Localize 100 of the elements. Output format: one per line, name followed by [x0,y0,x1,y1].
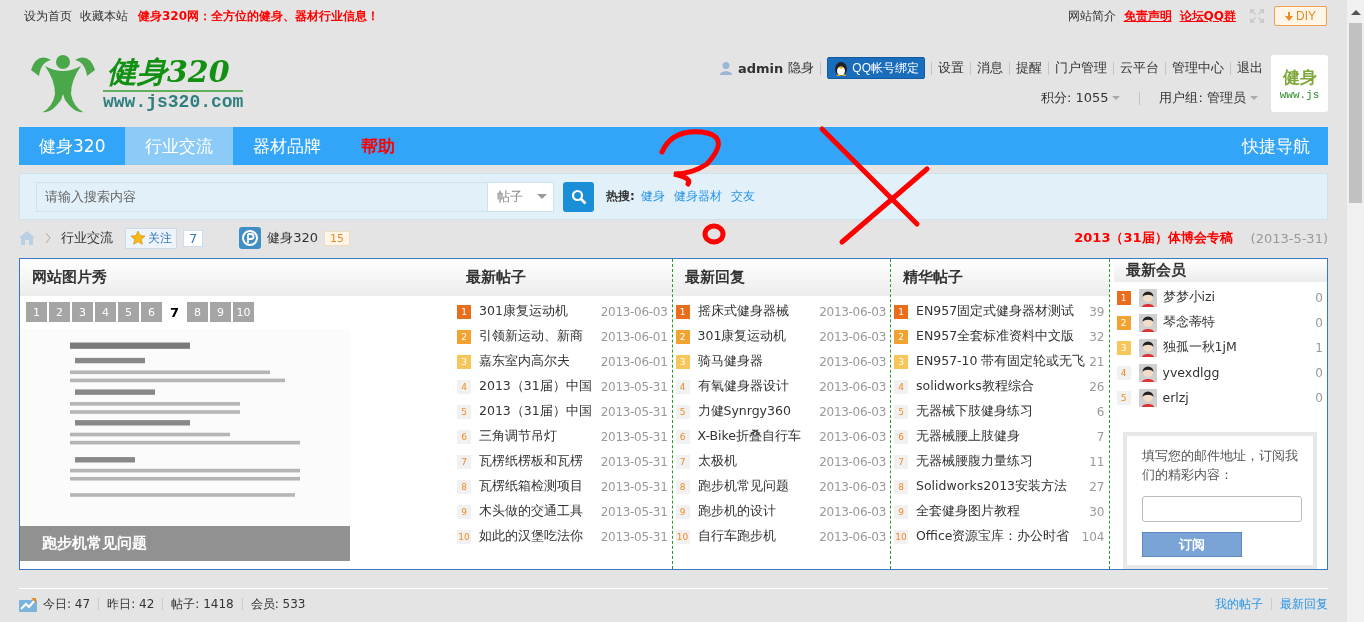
forum-icon [239,227,262,249]
fullscreen-icon[interactable] [1248,7,1266,25]
post-link[interactable]: 跑步机的设计 [697,503,820,520]
email-input[interactable] [1141,496,1302,522]
post-meta: 2013-06-03 [819,404,886,419]
rank-badge: 3 [457,354,471,369]
post-link[interactable]: 骑马健身器 [697,353,820,370]
user-avatar[interactable]: 健身 www.js [1271,55,1328,112]
search-scope-dropdown[interactable]: 帖子 [488,181,554,212]
member-link[interactable]: erlzj [1162,390,1316,405]
member-link[interactable]: 琴念蒂特 [1162,314,1316,331]
post-link[interactable]: 太极机 [697,453,820,470]
post-meta: 2013-06-01 [600,354,668,369]
post-meta: 26 [1089,379,1105,394]
username-link[interactable]: admin [738,60,784,76]
user-menu-link[interactable]: 退出 [1237,59,1263,77]
post-link[interactable]: 无器械腰上肢健身 [916,428,1097,445]
top-link[interactable]: 收藏本站 [80,7,128,25]
user-group-dropdown[interactable]: 用户组: 管理员 [1159,89,1246,107]
post-meta: 2013-06-03 [819,429,886,444]
rank-badge: 7 [675,454,690,469]
post-link[interactable]: 2013（31届）中国 [479,378,601,395]
user-menu-link[interactable]: 设置 [938,59,964,77]
breadcrumb-current: 行业交流 [61,229,113,247]
post-meta: 7 [1096,429,1105,444]
member-count: 0 [1315,365,1323,380]
search-icon [570,188,587,205]
post-link[interactable]: 瓦楞纸楞板和瓦楞 [479,453,601,470]
rank-badge: 1 [894,304,908,319]
post-link[interactable]: 全套健身图片教程 [916,503,1090,520]
post-link[interactable]: 自行车跑步机 [697,528,820,545]
qq-bind-button[interactable]: QQ帐号绑定 [827,57,925,79]
post-link[interactable]: 瓦楞纸箱检测项目 [479,478,601,495]
post-link[interactable]: Solidworks2013安装方法 [916,478,1090,495]
post-link[interactable]: 301康复运动机 [697,328,820,345]
post-meta: 2013-06-03 [819,454,886,469]
post-link[interactable]: EN957固定式健身器材测试 [916,303,1090,320]
user-menu-link[interactable]: 门户管理 [1055,59,1107,77]
search-button[interactable] [563,181,594,212]
post-link[interactable]: EN957-10 带有固定轮或无飞 [916,353,1090,370]
page-button[interactable]: 7 [164,302,185,322]
top-link[interactable]: 设为首页 [24,7,72,25]
member-link[interactable]: yvexdlgg [1162,365,1316,380]
post-link[interactable]: 力健Synrgy360 [697,403,820,420]
post-link[interactable]: solidworks教程综合 [916,378,1090,395]
post-link[interactable]: 摇床式健身器械 [697,303,820,320]
post-link[interactable]: 有氧健身器设计 [697,378,820,395]
user-menu-link[interactable]: 提醒 [1016,59,1042,77]
post-meta: 27 [1089,479,1105,494]
post-link[interactable]: 三角调节吊灯 [479,428,601,445]
post-link[interactable]: 301康复运动机 [479,303,601,320]
post-link[interactable]: X-Bike折叠自行车 [697,428,820,445]
rank-badge: 1 [1116,290,1131,305]
rank-badge: 10 [894,529,908,544]
member-link[interactable]: 梦梦小izi [1162,289,1316,306]
post-link[interactable]: Office资源宝库：办公时省 [916,528,1082,545]
rank-badge: 4 [1116,365,1131,380]
logo-title: 健身320 [103,54,244,92]
rank-badge: 4 [457,379,471,394]
post-link[interactable]: 无器械下肢健身练习 [916,403,1097,420]
section-title: 最新会员 [1125,261,1186,280]
rank-badge: 10 [457,529,471,544]
stat-text: 会员: 533 [250,595,306,613]
post-meta: 2013-05-31 [600,404,668,419]
home-icon[interactable] [19,231,35,245]
post-link[interactable]: 嘉东室内高尔夫 [479,353,601,370]
post-meta: 2013-05-31 [600,479,668,494]
rank-badge: 2 [894,329,908,344]
status-link[interactable]: 隐身 [788,59,815,77]
post-link[interactable]: 木头做的交通工具 [479,503,601,520]
member-link[interactable]: 独孤一秋1jM [1162,339,1316,356]
search-field[interactable]: 请输入搜索内容 [36,181,488,212]
member-count: 0 [1315,390,1323,405]
rank-badge: 6 [894,429,908,444]
post-meta: 2013-05-31 [600,504,668,519]
points-dropdown[interactable]: 积分: 1055 [1040,89,1109,107]
post-meta: 2013-06-03 [819,504,886,519]
post-link[interactable]: EN957全套标准资料中文版 [916,328,1090,345]
top-link[interactable]: 网站简介 [1067,7,1116,25]
scroll-thumb[interactable] [1349,23,1362,203]
rank-badge: 4 [675,379,690,394]
rank-badge: 7 [457,454,471,469]
avatar-icon [1138,313,1157,332]
scroll-up-icon[interactable] [1350,10,1361,15]
section-title: 精华帖子 [903,268,963,287]
post-link[interactable]: 如此的汉堡吃法你 [479,528,601,545]
user-menu-link[interactable]: 管理中心 [1172,59,1224,77]
stat-text: 昨日: 42 [107,595,155,613]
post-link[interactable]: 2013（31届）中国 [479,403,601,420]
post-link[interactable]: 无器械腰腹力量练习 [916,453,1090,470]
forum-name: 健身320 [267,229,319,247]
scrollbar[interactable] [1347,0,1364,622]
rank-badge: 4 [894,379,908,394]
post-meta: 104 [1081,529,1105,544]
user-menu-link[interactable]: 消息 [977,59,1003,77]
follow-button[interactable]: 关注 [125,227,177,249]
user-menu-link[interactable]: 云平台 [1120,59,1159,77]
post-link[interactable]: 引领新运动、新商 [479,328,601,345]
post-link[interactable]: 跑步机常见问题 [697,478,820,495]
hot-search-label: 热搜: [606,188,635,205]
